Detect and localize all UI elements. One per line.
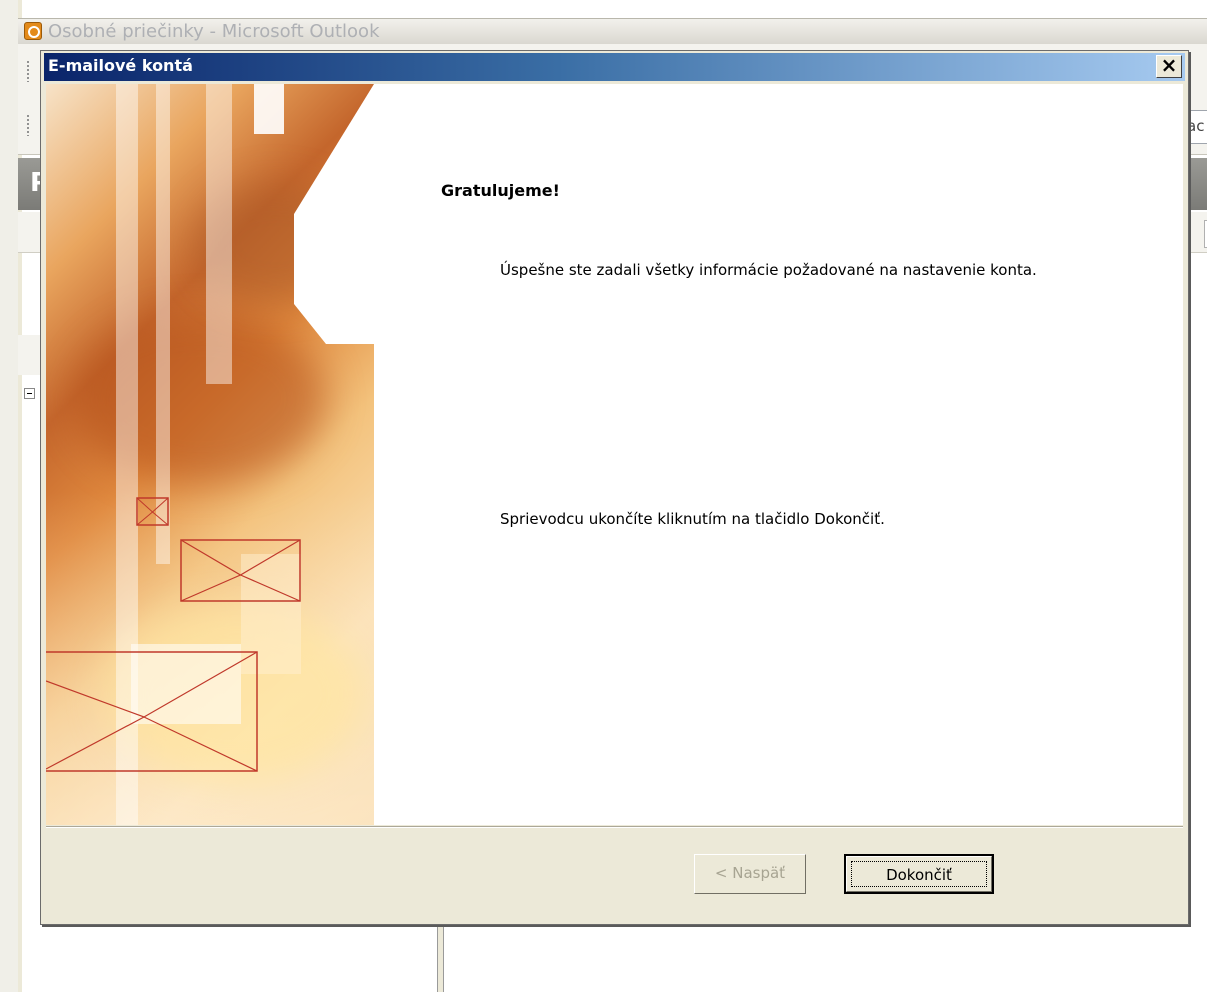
window-left-frame	[0, 0, 19, 992]
wizard-banner-image	[46, 84, 374, 825]
dialog-titlebar[interactable]: E-mailové kontá ×	[44, 53, 1185, 81]
banner-stripe	[156, 84, 170, 564]
email-accounts-dialog: E-mailové kontá × Gratulujeme! Úspešne s…	[40, 50, 1189, 925]
back-button-label: < Naspäť	[714, 864, 786, 882]
button-separator-highlight	[46, 827, 1183, 828]
close-icon: ×	[1160, 53, 1178, 77]
toolbar-grip-icon[interactable]	[26, 60, 30, 82]
pane-splitter[interactable]	[437, 924, 444, 992]
search-box[interactable]: ac	[1186, 110, 1207, 144]
finish-instruction: Sprievodcu ukončíte kliknutím na tlačidl…	[500, 510, 885, 528]
banner-stripe	[254, 84, 284, 134]
envelope-icon	[136, 497, 169, 526]
banner-shadow	[76, 314, 326, 484]
toolbar-grip-icon[interactable]	[26, 114, 30, 136]
finish-button[interactable]: Dokončiť	[844, 854, 994, 894]
close-button[interactable]: ×	[1156, 55, 1182, 78]
banner-stripe	[206, 84, 232, 384]
dialog-title: E-mailové kontá	[48, 56, 193, 75]
finish-button-label: Dokončiť	[851, 861, 987, 887]
success-message: Úspešne ste zadali všetky informácie pož…	[500, 261, 1037, 279]
wizard-content: Gratulujeme! Úspešne ste zadali všetky i…	[46, 84, 1183, 825]
back-button[interactable]: < Naspäť	[694, 854, 806, 894]
wizard-heading: Gratulujeme!	[441, 181, 560, 200]
envelope-icon	[180, 539, 301, 602]
outlook-clock-icon	[24, 22, 42, 40]
outlook-window-title: Osobné priečinky - Microsoft Outlook	[48, 21, 380, 42]
envelope-icon	[46, 651, 258, 772]
outlook-titlebar[interactable]: Osobné priečinky - Microsoft Outlook	[18, 18, 1207, 45]
collapse-icon[interactable]	[24, 388, 35, 399]
